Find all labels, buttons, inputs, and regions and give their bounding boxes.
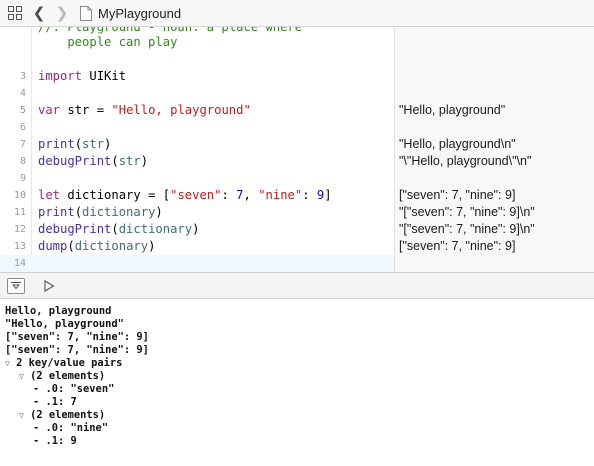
code-line-dump: 13 dump(dictionary) bbox=[0, 238, 394, 255]
line-number: 8 bbox=[19, 156, 26, 167]
line-number: 6 bbox=[19, 122, 26, 133]
line-number: 14 bbox=[13, 258, 26, 269]
console-line: - .1: 7 bbox=[33, 396, 77, 408]
console-line: ▽ (2 elements) bbox=[19, 370, 106, 382]
console-line: - .0: "seven" bbox=[33, 383, 115, 395]
code-text: print(str) bbox=[38, 137, 112, 151]
hide-debug-area-icon[interactable] bbox=[7, 278, 25, 294]
code-text: var str = "Hello, playground" bbox=[38, 103, 251, 117]
disclosure-triangle-icon: ▽ bbox=[19, 411, 24, 420]
code-text: let dictionary = ["seven": 7, "nine": 9] bbox=[38, 188, 332, 202]
console-line: - .1: 9 bbox=[33, 435, 77, 447]
console-line: ▽ 2 key/value pairs bbox=[5, 357, 123, 369]
console-line: ["seven": 7, "nine": 9] bbox=[5, 331, 149, 343]
code-editor[interactable]: //: Playground - noun: a place where peo… bbox=[0, 27, 594, 272]
chevron-right-icon[interactable]: ❯ bbox=[55, 4, 69, 22]
comment-text: people can play bbox=[38, 35, 178, 49]
line-number: 9 bbox=[19, 173, 26, 184]
jump-bar: ❮ ❯ MyPlayground bbox=[0, 0, 594, 27]
line-number: 11 bbox=[13, 207, 26, 218]
result-value[interactable]: ["seven": 7, "nine": 9] bbox=[399, 187, 515, 204]
code-text: print(dictionary) bbox=[38, 205, 163, 219]
run-playground-icon[interactable] bbox=[40, 278, 58, 294]
line-number: 13 bbox=[13, 241, 26, 252]
code-line-debugprint-dictionary: 12 debugPrint(dictionary) bbox=[0, 221, 394, 238]
chevron-left-icon[interactable]: ❮ bbox=[32, 4, 46, 22]
line-number: 12 bbox=[13, 224, 26, 235]
line-number: 4 bbox=[19, 88, 26, 99]
code-line: 4 bbox=[0, 85, 394, 102]
console-line: ["seven": 7, "nine": 9] bbox=[5, 344, 149, 356]
code-line: 9 bbox=[0, 170, 394, 187]
console-output[interactable]: Hello, playground "Hello, playground" ["… bbox=[0, 299, 594, 466]
console-line: Hello, playground bbox=[5, 305, 112, 317]
code-text: dump(dictionary) bbox=[38, 239, 156, 253]
code-line-current[interactable]: 14 bbox=[0, 255, 394, 272]
code-line-debugprint: 8 debugPrint(str) bbox=[0, 153, 394, 170]
code-line-print-dictionary: 11 print(dictionary) bbox=[0, 204, 394, 221]
disclosure-triangle-icon: ▽ bbox=[5, 359, 10, 368]
result-value[interactable]: "Hello, playground\n" bbox=[399, 136, 516, 153]
code-text: debugPrint(str) bbox=[38, 154, 149, 168]
code-line-var: 5 var str = "Hello, playground" bbox=[0, 102, 394, 119]
console-line: ▽ (2 elements) bbox=[19, 409, 106, 421]
code-line-print: 7 print(str) bbox=[0, 136, 394, 153]
jump-bar-title[interactable]: MyPlayground bbox=[98, 6, 181, 21]
code-text: debugPrint(dictionary) bbox=[38, 222, 200, 236]
result-value[interactable]: "["seven": 7, "nine": 9]\n" bbox=[399, 204, 535, 221]
grid-icon[interactable] bbox=[7, 4, 23, 22]
disclosure-triangle-icon: ▽ bbox=[19, 372, 24, 381]
code-line: people can play bbox=[0, 34, 394, 51]
debug-bar bbox=[0, 272, 594, 299]
line-number: 7 bbox=[19, 139, 26, 150]
console-line: - .0: "nine" bbox=[33, 422, 109, 434]
line-number: 5 bbox=[19, 105, 26, 116]
code-line: 6 bbox=[0, 119, 394, 136]
result-value[interactable]: ["seven": 7, "nine": 9] bbox=[399, 238, 515, 255]
swift-file-icon bbox=[79, 4, 93, 22]
result-value[interactable]: "\"Hello, playground\"\n" bbox=[399, 153, 531, 170]
result-value[interactable]: "Hello, playground" bbox=[399, 102, 505, 119]
code-line-let: 10 let dictionary = ["seven": 7, "nine":… bbox=[0, 187, 394, 204]
console-line: "Hello, playground" bbox=[5, 318, 124, 330]
result-value[interactable]: "["seven": 7, "nine": 9]\n" bbox=[399, 221, 535, 238]
line-number: 10 bbox=[13, 190, 26, 201]
